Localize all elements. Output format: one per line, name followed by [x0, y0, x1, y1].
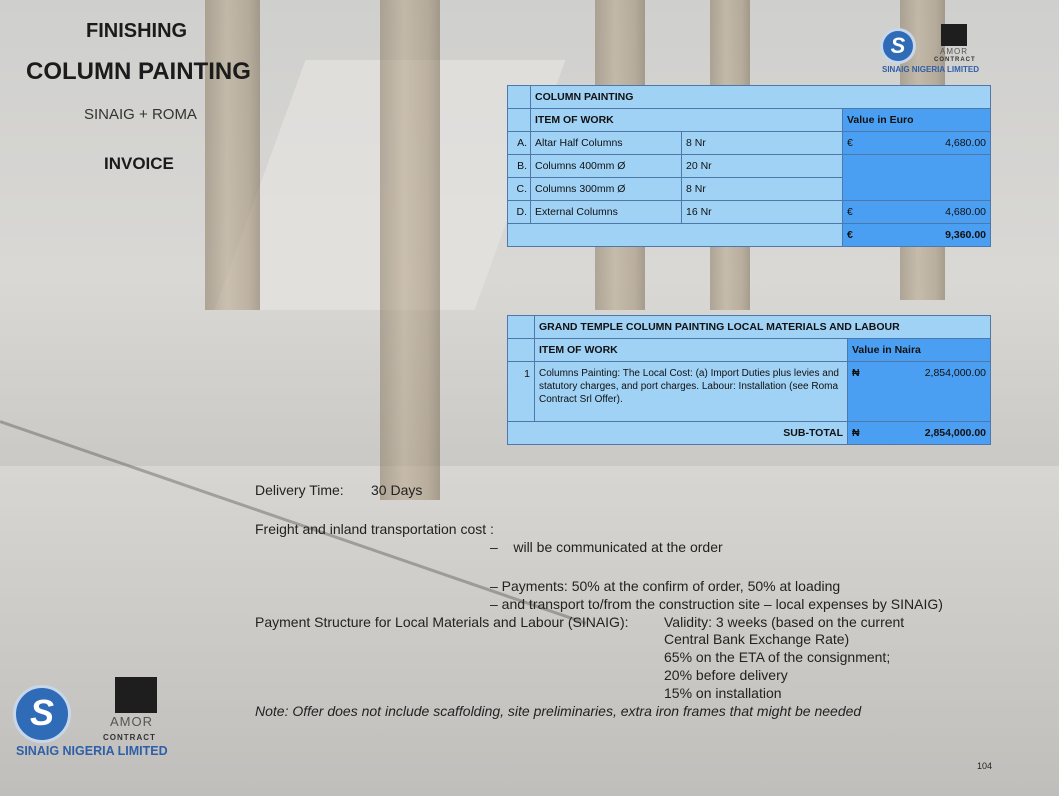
pillar-2: [380, 0, 440, 500]
header-item-of-work: ITEM OF WORK: [534, 338, 848, 362]
total-row: € 9,360.00: [507, 223, 991, 247]
table-title: COLUMN PAINTING: [530, 85, 991, 109]
title-finishing: FINISHING: [86, 20, 188, 42]
header-item-of-work: ITEM OF WORK: [530, 108, 843, 132]
table-header-row: ITEM OF WORK Value in Naira: [507, 338, 991, 362]
sinaig-badge-icon: S: [880, 28, 916, 64]
payments-bullet: – Payments: 50% at the confirm of order,…: [490, 578, 841, 594]
page-number: 104: [977, 761, 993, 771]
row-description: Columns Painting: The Local Cost: (a) Im…: [534, 361, 848, 422]
freight-label: Freight and inland transportation cost :: [255, 521, 494, 537]
validity-line-1: Validity: 3 weeks (based on the current: [664, 614, 905, 630]
subtotal-currency: ₦: [847, 421, 876, 445]
roma-contract-label: CONTRACT: [103, 733, 156, 742]
payment-structure-label: Payment Structure for Local Materials an…: [255, 614, 629, 630]
total-value: 9,360.00: [871, 223, 991, 247]
header-value-naira: Value in Naira: [847, 338, 991, 362]
roma-colonnade-icon: [941, 24, 967, 46]
table-title-row: GRAND TEMPLE COLUMN PAINTING LOCAL MATER…: [507, 315, 991, 339]
pillar-1: [205, 0, 260, 310]
note: Note: Offer does not include scaffolding…: [255, 703, 862, 719]
freight-bullet: – will be communicated at the order: [490, 539, 723, 555]
subtotal-label: SUB-TOTAL: [507, 421, 848, 445]
header-value-euro: Value in Euro: [842, 108, 991, 132]
payment-20: 20% before delivery: [664, 667, 788, 683]
sinaig-badge-icon: S: [13, 685, 71, 743]
payment-15: 15% on installation: [664, 685, 782, 701]
invoice-label: INVOICE: [104, 154, 174, 173]
total-currency: €: [842, 223, 871, 247]
table-row: B. Columns 400mm Ø 20 Nr: [507, 154, 991, 201]
table-row: 1 Columns Painting: The Local Cost: (a) …: [507, 361, 991, 422]
delivery-label: Delivery Time:: [255, 482, 344, 498]
table-title-row: COLUMN PAINTING: [507, 85, 991, 109]
sinaig-name: SINAIG NIGERIA LIMITED: [882, 65, 980, 74]
roma-word: AMOR: [110, 714, 153, 729]
column-painting-table: COLUMN PAINTING ITEM OF WORK Value in Eu…: [507, 85, 991, 247]
merged-value-cell: [842, 154, 991, 201]
transport-bullet: – and transport to/from the construction…: [490, 596, 943, 612]
subtotal-row: SUB-TOTAL ₦ 2,854,000.00: [507, 421, 991, 445]
delivery-value: 30 Days: [371, 482, 423, 498]
table-title: GRAND TEMPLE COLUMN PAINTING LOCAL MATER…: [534, 315, 991, 339]
title-column-painting: COLUMN PAINTING: [26, 58, 251, 85]
roma-colonnade-icon: [115, 677, 157, 713]
local-materials-table: GRAND TEMPLE COLUMN PAINTING LOCAL MATER…: [507, 315, 991, 445]
table-header-row: ITEM OF WORK Value in Euro: [507, 108, 991, 132]
subtotal-value: 2,854,000.00: [876, 421, 991, 445]
roma-word: AMOR: [940, 47, 968, 56]
table-row: D. External Columns 16 Nr € 4,680.00: [507, 200, 991, 224]
sinaig-name: SINAIG NIGERIA LIMITED: [16, 744, 168, 758]
subtitle: SINAIG + ROMA: [84, 106, 197, 123]
validity-line-2: Central Bank Exchange Rate): [664, 631, 850, 647]
roma-contract-label: CONTRACT: [934, 57, 976, 63]
table-row: A. Altar Half Columns 8 Nr € 4,680.00: [507, 131, 991, 155]
payment-65: 65% on the ETA of the consignment;: [664, 649, 891, 665]
